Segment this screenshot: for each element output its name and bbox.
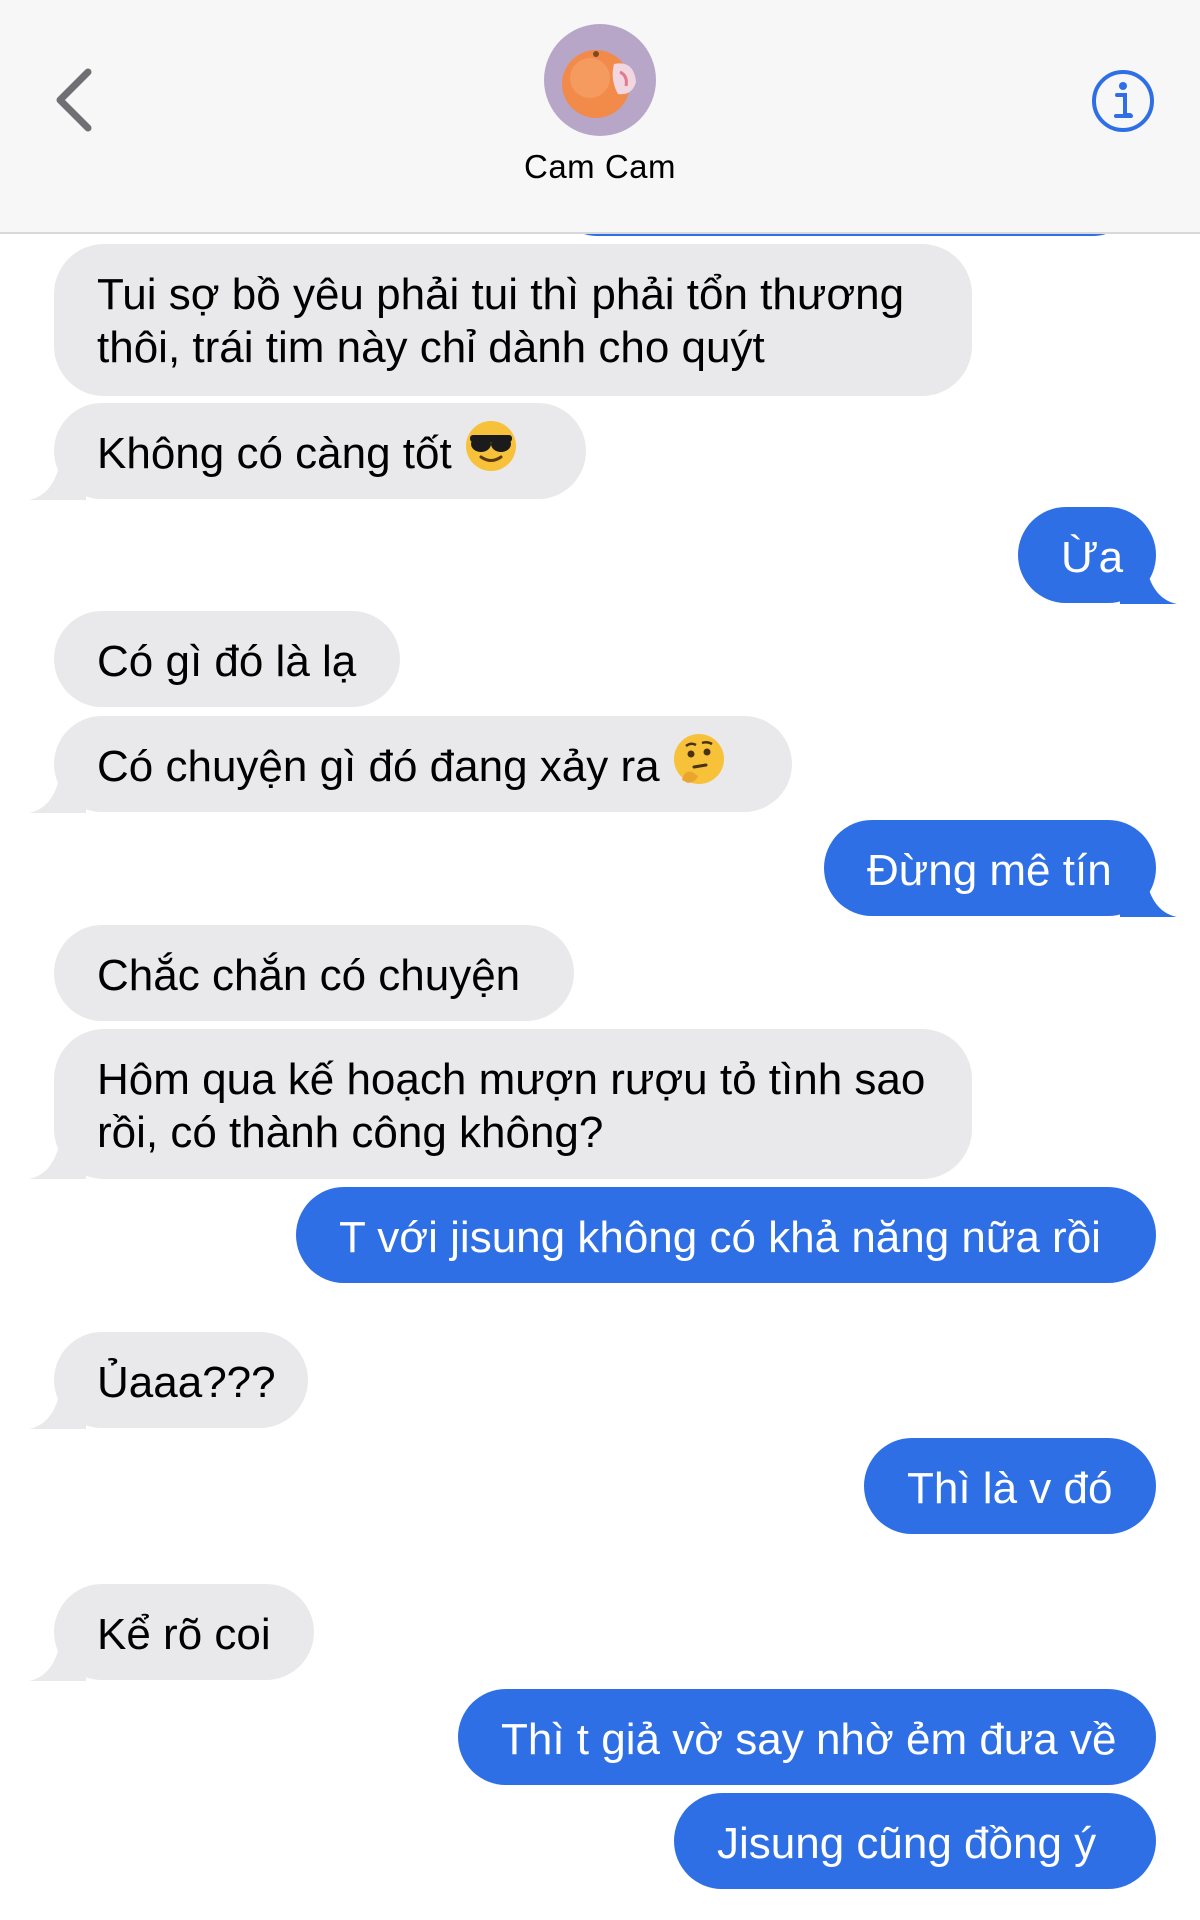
message-line: Hôm qua kế hoạch mượn rượu tỏ tình sao: [97, 1055, 926, 1104]
message-text: Đừng mê tín: [867, 846, 1112, 895]
incoming-message-bubble[interactable]: Có chuyện gì đó đang xảy ra: [54, 716, 792, 812]
message-text: Kể rõ coi: [97, 1610, 271, 1659]
message-text: Thì là v đó: [907, 1464, 1113, 1513]
message-text: Không có càng tốt: [97, 429, 452, 478]
outgoing-message-bubble[interactable]: Thì là v đó: [864, 1438, 1156, 1534]
outgoing-message-bubble[interactable]: T với jisung không có khả năng nữa rồi: [296, 1187, 1156, 1283]
contact-name[interactable]: Cam Cam: [0, 148, 1200, 186]
message-text: Chắc chắn có chuyện: [97, 951, 521, 1000]
incoming-message-bubble[interactable]: Hôm qua kế hoạch mượn rượu tỏ tình sao r…: [54, 1029, 972, 1179]
smiling-face-with-sunglasses-icon: [464, 419, 518, 485]
message-line: rồi, có thành công không?: [97, 1108, 604, 1157]
outgoing-message-bubble[interactable]: Jisung cũng đồng ý: [674, 1793, 1156, 1889]
incoming-message-bubble[interactable]: Có gì đó là lạ: [54, 611, 400, 707]
message-text: Ừa: [1061, 533, 1124, 582]
outgoing-message-bubble[interactable]: Ừa: [1018, 507, 1156, 603]
message-thread[interactable]: Tui sợ bồ yêu phải tui thì phải tổn thươ…: [0, 0, 1200, 1920]
message-text: T với jisung không có khả năng nữa rồi: [339, 1213, 1101, 1262]
outgoing-message-bubble[interactable]: Thì t giả vờ say nhờ ẻm đưa về: [458, 1689, 1156, 1785]
contact-avatar[interactable]: [544, 24, 656, 136]
conversation-header: Cam Cam: [0, 0, 1200, 234]
incoming-message-bubble[interactable]: Chắc chắn có chuyện: [54, 925, 574, 1021]
message-text: Jisung cũng đồng ý: [717, 1819, 1097, 1868]
chevron-left-icon: [56, 68, 92, 132]
message-text: Có chuyện gì đó đang xảy ra: [97, 742, 660, 791]
incoming-message-bubble[interactable]: Tui sợ bồ yêu phải tui thì phải tổn thươ…: [54, 244, 972, 396]
incoming-message-bubble[interactable]: Ủaaa???: [54, 1332, 308, 1428]
info-circle-icon: [1092, 70, 1154, 132]
outgoing-message-bubble[interactable]: Đừng mê tín: [824, 820, 1156, 916]
message-text: Thì t giả vờ say nhờ ẻm đưa về: [501, 1715, 1117, 1764]
message-line: Tui sợ bồ yêu phải tui thì phải tổn thươ…: [97, 270, 905, 319]
incoming-message-bubble[interactable]: Kể rõ coi: [54, 1584, 314, 1680]
message-line: thôi, trái tim này chỉ dành cho quýt: [97, 323, 765, 372]
message-text: Ủaaa???: [97, 1358, 276, 1407]
info-button[interactable]: [1090, 68, 1156, 134]
thinking-face-icon: [672, 732, 726, 798]
incoming-message-bubble[interactable]: Không có càng tốt: [54, 403, 586, 499]
orange-fruit-photo: [544, 24, 656, 136]
back-button[interactable]: [40, 60, 110, 140]
message-text: Có gì đó là lạ: [97, 637, 357, 686]
